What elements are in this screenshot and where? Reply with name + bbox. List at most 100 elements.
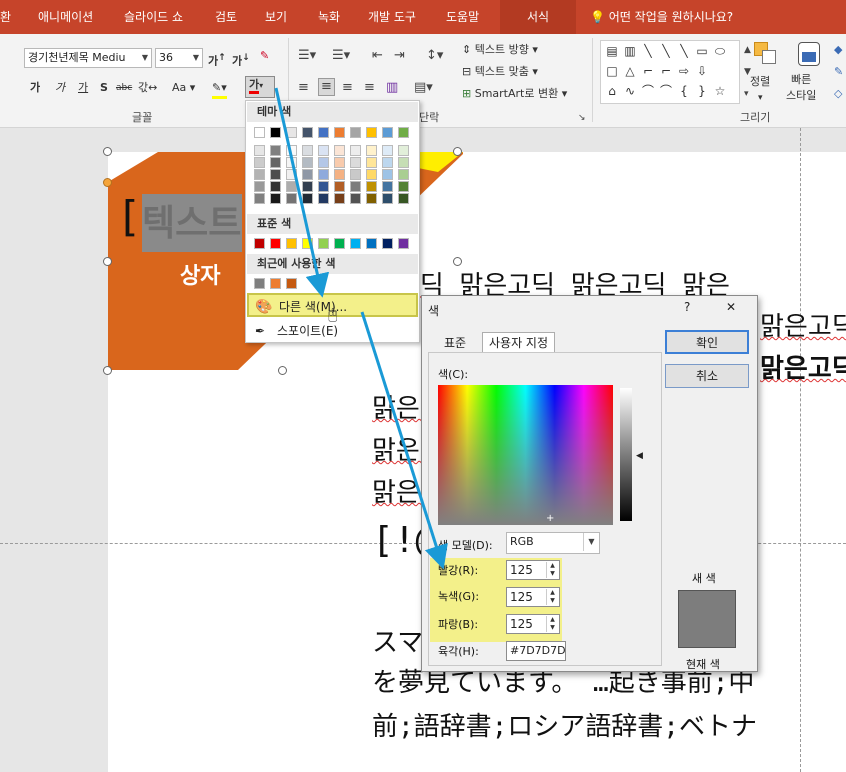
align-left-icon[interactable]: ≡ [298, 80, 309, 96]
theme-shade-swatch[interactable] [398, 181, 409, 192]
bold-icon[interactable]: 가 [30, 80, 40, 96]
theme-shade-swatch[interactable] [286, 157, 297, 168]
bullets-icon[interactable]: ☰▾ [298, 48, 316, 64]
standard-color-swatch[interactable] [398, 238, 409, 249]
theme-shade-swatch[interactable] [350, 169, 361, 180]
adjust-handle[interactable] [103, 178, 112, 187]
shadow-icon[interactable]: S [100, 80, 108, 96]
theme-shade-swatch[interactable] [254, 193, 265, 204]
theme-shade-swatch[interactable] [270, 193, 281, 204]
theme-shade-swatch[interactable] [270, 181, 281, 192]
brace-shape-icon[interactable]: { [675, 83, 693, 99]
blue-input[interactable]: 125 ▲ ▼ [506, 614, 560, 634]
line-shape-icon[interactable]: ╲ [639, 43, 657, 59]
tab-help[interactable]: 도움말 [446, 0, 479, 34]
curve-shape-icon[interactable]: ∿ [621, 83, 639, 99]
theme-color-swatch[interactable] [286, 127, 297, 138]
triangle-shape-icon[interactable]: △ [621, 63, 639, 79]
smartart-button[interactable]: ⊞ SmartArt로 변환 ▾ [462, 86, 567, 102]
theme-shade-swatch[interactable] [318, 193, 329, 204]
chevron-down-icon[interactable]: ▼ [583, 533, 599, 551]
selected-shape-text[interactable]: 텍스트 [142, 194, 242, 252]
strikethrough-icon[interactable]: abc [116, 80, 132, 96]
recent-color-swatch[interactable] [270, 278, 281, 289]
gallery-scroll-up-icon[interactable]: ▲ [744, 42, 751, 58]
theme-shade-swatch[interactable] [254, 181, 265, 192]
theme-shade-swatch[interactable] [318, 181, 329, 192]
shape-effects-icon[interactable]: ◇ [834, 86, 842, 102]
theme-shade-swatch[interactable] [382, 145, 393, 156]
line-shape-icon[interactable]: ╲ [675, 43, 693, 59]
connector-shape-icon[interactable]: ⌐ [639, 63, 657, 79]
theme-shade-swatch[interactable] [350, 157, 361, 168]
increase-indent-icon[interactable]: ⇥ [394, 48, 405, 64]
distribute-icon[interactable]: ▥ [386, 80, 398, 96]
theme-color-swatch[interactable] [254, 127, 265, 138]
theme-shade-swatch[interactable] [366, 145, 377, 156]
theme-shade-swatch[interactable] [286, 193, 297, 204]
theme-shade-swatch[interactable] [366, 169, 377, 180]
spinner-icon[interactable]: ▲ ▼ [546, 562, 558, 578]
theme-color-swatch[interactable] [318, 127, 329, 138]
resize-handle[interactable] [103, 147, 112, 156]
theme-shade-swatch[interactable] [318, 157, 329, 168]
font-size-combo[interactable]: 36 ▼ [155, 48, 203, 68]
oval-shape-icon[interactable]: ⬭ [711, 43, 729, 59]
theme-shade-swatch[interactable] [398, 193, 409, 204]
theme-shade-swatch[interactable] [302, 157, 313, 168]
arrange-label[interactable]: 정렬 [750, 74, 770, 90]
red-input[interactable]: 125 ▲ ▼ [506, 560, 560, 580]
theme-shade-swatch[interactable] [270, 157, 281, 168]
clear-format-icon[interactable]: ✎ [260, 48, 269, 64]
shape-outline-icon[interactable]: ✎ [834, 64, 843, 80]
theme-shade-swatch[interactable] [334, 157, 345, 168]
rectangle-shape-icon[interactable]: □ [603, 63, 621, 79]
theme-color-swatch[interactable] [302, 127, 313, 138]
columns-icon[interactable]: ▤▾ [414, 80, 433, 96]
underline-icon[interactable]: 가 [78, 80, 88, 96]
highlight-icon[interactable]: ✎▾ [212, 80, 227, 99]
dialog-launcher-icon[interactable]: ↘ [578, 110, 586, 126]
help-icon[interactable]: ? [684, 300, 690, 314]
justify-icon[interactable]: ≡ [364, 80, 375, 96]
align-center-icon[interactable]: ≡ [318, 78, 335, 96]
tab-standard[interactable]: 표준 [438, 333, 472, 353]
spinner-icon[interactable]: ▲ ▼ [546, 616, 558, 632]
tab-view[interactable]: 보기 [265, 0, 287, 34]
theme-color-swatch[interactable] [366, 127, 377, 138]
gallery-more-icon[interactable]: ▾ [744, 86, 749, 102]
theme-shade-swatch[interactable] [382, 193, 393, 204]
change-case-icon[interactable]: Aa ▾ [172, 80, 195, 96]
theme-shade-swatch[interactable] [334, 181, 345, 192]
theme-shade-swatch[interactable] [334, 193, 345, 204]
theme-shade-swatch[interactable] [382, 169, 393, 180]
align-text-button[interactable]: ⊟ 텍스트 맞춤 ▾ [462, 64, 538, 80]
theme-color-swatch[interactable] [334, 127, 345, 138]
grow-font-icon[interactable]: 가↑ [208, 50, 226, 70]
shapes-gallery[interactable]: ▤ ▥ ╲ ╲ ╲ ▭ ⬭ □ △ ⌐ ⌐ ⇨ ⇩ ⌂ ∿ ⌒ ⌒ { } ☆ [600, 40, 740, 104]
theme-shade-swatch[interactable] [382, 181, 393, 192]
theme-color-swatch[interactable] [398, 127, 409, 138]
theme-shade-swatch[interactable] [302, 193, 313, 204]
theme-shade-swatch[interactable] [382, 157, 393, 168]
tab-record[interactable]: 녹화 [318, 0, 340, 34]
standard-color-swatch[interactable] [366, 238, 377, 249]
quick-styles-icon[interactable] [796, 40, 822, 68]
arc-shape-icon[interactable]: ⌒ [639, 83, 657, 99]
resize-handle[interactable] [278, 366, 287, 375]
brace-shape-icon[interactable]: } [693, 83, 711, 99]
color-model-select[interactable]: RGB ▼ [506, 532, 600, 554]
vertical-textbox-shape-icon[interactable]: ▥ [621, 43, 639, 59]
char-spacing-icon[interactable]: 갃↔ [138, 80, 157, 96]
decrease-indent-icon[interactable]: ⇤ [372, 48, 383, 64]
theme-shade-swatch[interactable] [302, 169, 313, 180]
numbering-icon[interactable]: ☰▾ [332, 48, 350, 64]
theme-shade-swatch[interactable] [366, 193, 377, 204]
recent-color-swatch[interactable] [254, 278, 265, 289]
rectangle-shape-icon[interactable]: ▭ [693, 43, 711, 59]
spinner-icon[interactable]: ▲ ▼ [546, 589, 558, 605]
theme-shade-swatch[interactable] [366, 157, 377, 168]
theme-shade-swatch[interactable] [254, 169, 265, 180]
resize-handle[interactable] [103, 366, 112, 375]
arc-shape-icon[interactable]: ⌒ [657, 83, 675, 99]
